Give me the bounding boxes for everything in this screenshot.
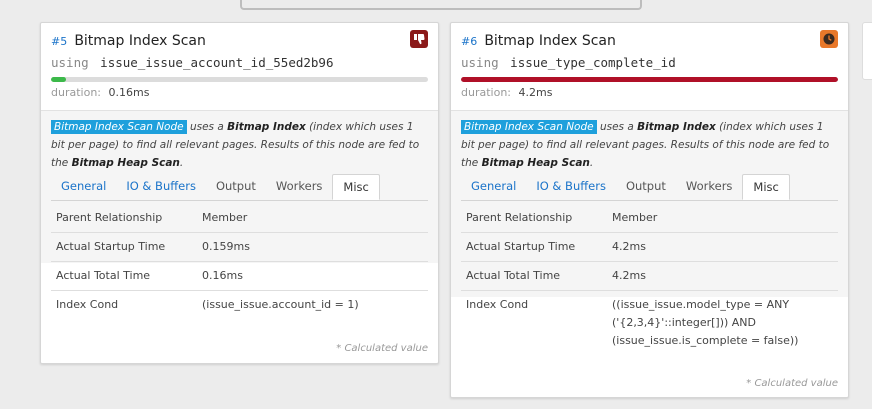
duration-bar [51, 77, 428, 82]
offscreen-node-card[interactable] [862, 22, 872, 80]
tab-misc[interactable]: Misc [742, 174, 790, 200]
tab-workers[interactable]: Workers [266, 174, 333, 199]
plan-node-card[interactable]: #5 Bitmap Index Scan using issue_issue_a… [40, 22, 439, 364]
node-title-row: #6 Bitmap Index Scan [461, 31, 838, 49]
node-title: Bitmap Index Scan [74, 33, 206, 49]
row-value: 4.2ms [612, 240, 646, 253]
row-key: Actual Total Time [466, 269, 561, 282]
desc-text-3: . [179, 157, 184, 169]
row-key: Index Cond [56, 298, 119, 311]
desc-text-3: . [589, 157, 594, 169]
using-keyword: using [51, 55, 89, 70]
tab-output[interactable]: Output [616, 174, 676, 199]
index-name: issue_issue_account_id_55ed2b96 [100, 55, 334, 70]
duration-value: 0.16ms [108, 86, 150, 99]
row-value: Member [612, 211, 658, 224]
table-row: Actual Startup Time 4.2ms [461, 233, 838, 262]
tab-output[interactable]: Output [206, 174, 266, 199]
duration-label: duration: [461, 86, 511, 99]
table-row: Index Cond ((issue_issue.model_type = AN… [461, 291, 838, 357]
node-header: #5 Bitmap Index Scan using issue_issue_a… [41, 23, 438, 110]
desc-bold-2: Bitmap Heap Scan [481, 157, 590, 169]
table-row: Actual Total Time 4.2ms [461, 262, 838, 291]
index-using-row: using issue_type_complete_id [461, 55, 838, 71]
duration-bar [461, 77, 838, 82]
node-type-tag: Bitmap Index Scan Node [461, 120, 597, 134]
duration-row: duration: 4.2ms [461, 85, 838, 101]
node-id[interactable]: #5 [51, 35, 67, 48]
row-value: 0.16ms [202, 269, 243, 282]
index-using-row: using issue_issue_account_id_55ed2b96 [51, 55, 428, 71]
misc-table: Parent Relationship Member Actual Startu… [461, 204, 838, 357]
thumbs-down-icon[interactable] [410, 30, 428, 48]
table-row: Index Cond (issue_issue.account_id = 1) [51, 291, 428, 319]
duration-value: 4.2ms [518, 86, 553, 99]
node-title-row: #5 Bitmap Index Scan [51, 31, 428, 49]
plan-node-card[interactable]: #6 Bitmap Index Scan using issue_type_co… [450, 22, 849, 398]
node-id[interactable]: #6 [461, 35, 477, 48]
row-value: 0.159ms [202, 240, 250, 253]
misc-table: Parent Relationship Member Actual Startu… [51, 204, 428, 319]
row-key: Actual Startup Time [466, 240, 576, 253]
row-value: ((issue_issue.model_type = ANY ('{2,3,4}… [612, 298, 799, 347]
calculated-value-note: * Calculated value [336, 343, 428, 354]
calculated-value-note: * Calculated value [746, 378, 838, 389]
details-tabs: General IO & Buffers Output Workers Misc [461, 174, 838, 201]
plan-connector-line [240, 0, 642, 10]
duration-bar-fill [461, 77, 838, 82]
desc-bold-2: Bitmap Heap Scan [71, 157, 180, 169]
row-value: Member [202, 211, 248, 224]
using-keyword: using [461, 55, 499, 70]
index-name: issue_type_complete_id [510, 55, 676, 70]
desc-text-1: uses a [186, 121, 228, 133]
duration-row: duration: 0.16ms [51, 85, 428, 101]
tab-io-buffers[interactable]: IO & Buffers [116, 174, 206, 199]
node-header: #6 Bitmap Index Scan using issue_type_co… [451, 23, 848, 110]
table-row: Actual Startup Time 0.159ms [51, 233, 428, 262]
row-key: Actual Total Time [56, 269, 151, 282]
row-key: Parent Relationship [466, 211, 573, 224]
table-row: Parent Relationship Member [461, 204, 838, 233]
tab-io-buffers[interactable]: IO & Buffers [526, 174, 616, 199]
tab-general[interactable]: General [51, 174, 116, 199]
details-tabs: General IO & Buffers Output Workers Misc [51, 174, 428, 201]
desc-bold-1: Bitmap Index [637, 121, 716, 133]
row-key: Index Cond [466, 298, 529, 311]
desc-text-1: uses a [596, 121, 638, 133]
node-description: Bitmap Index Scan Node uses a Bitmap Ind… [461, 118, 838, 172]
tab-workers[interactable]: Workers [676, 174, 743, 199]
row-value: (issue_issue.account_id = 1) [202, 298, 359, 311]
table-row: Actual Total Time 0.16ms [51, 262, 428, 291]
duration-label: duration: [51, 86, 101, 99]
row-key: Parent Relationship [56, 211, 163, 224]
node-type-tag: Bitmap Index Scan Node [51, 120, 187, 134]
duration-bar-fill [51, 77, 67, 82]
tab-misc[interactable]: Misc [332, 174, 380, 200]
row-value: 4.2ms [612, 269, 646, 282]
node-description: Bitmap Index Scan Node uses a Bitmap Ind… [51, 118, 428, 172]
node-title: Bitmap Index Scan [484, 33, 616, 49]
tab-general[interactable]: General [461, 174, 526, 199]
desc-bold-1: Bitmap Index [227, 121, 306, 133]
row-key: Actual Startup Time [56, 240, 166, 253]
table-row: Parent Relationship Member [51, 204, 428, 233]
clock-icon[interactable] [820, 30, 838, 48]
